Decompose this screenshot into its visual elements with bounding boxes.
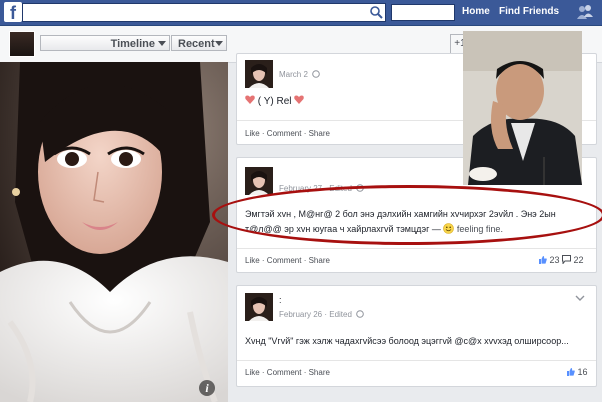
- timeline-label: Timeline: [110, 38, 155, 50]
- user-name-field[interactable]: [391, 4, 455, 21]
- like-count[interactable]: 23: [538, 255, 560, 265]
- man-portrait-image: [463, 31, 582, 185]
- like-count-value: 23: [549, 255, 560, 265]
- post-avatar[interactable]: [245, 60, 273, 88]
- facebook-logo[interactable]: f: [4, 2, 22, 23]
- post-text-content: ( Y) Rel: [257, 96, 292, 107]
- share-link[interactable]: Share: [309, 368, 330, 377]
- comment-icon: [562, 255, 571, 265]
- post-divider: [237, 360, 596, 361]
- post-avatar[interactable]: [245, 167, 273, 195]
- post-actions: Like · Comment · Share: [245, 256, 330, 265]
- like-link[interactable]: Like: [245, 256, 260, 265]
- top-navigation-bar: f Home Find Friends: [0, 0, 602, 26]
- post-date[interactable]: February 26 · Edited: [279, 310, 364, 319]
- comment-link[interactable]: Comment: [267, 129, 302, 138]
- like-icon: [567, 368, 575, 376]
- profile-thumbnail[interactable]: [9, 31, 35, 57]
- like-count[interactable]: 16: [566, 367, 588, 377]
- friends-icon[interactable]: [576, 4, 594, 20]
- home-link[interactable]: Home: [462, 6, 490, 17]
- timeline-selector[interactable]: Timeline: [40, 35, 170, 51]
- woman-portrait-image: [0, 62, 228, 402]
- post-text: Хvнд "Vгvй" гэж хэлж чадахгvйсээ болоод …: [245, 336, 569, 346]
- comment-count[interactable]: 22: [562, 255, 584, 265]
- post-text: ( Y) Rel: [245, 94, 305, 109]
- post-actions: Like · Comment · Share: [245, 368, 330, 377]
- comment-count-value: 22: [573, 255, 584, 265]
- profile-photo: [0, 62, 228, 402]
- search-icon[interactable]: [369, 5, 383, 19]
- chevron-down-icon: [215, 41, 223, 46]
- find-friends-link[interactable]: Find Friends: [499, 6, 559, 17]
- post-date-text: February 26 · Edited: [279, 310, 352, 319]
- heart-icon: [294, 95, 305, 104]
- like-icon: [539, 256, 547, 264]
- post-avatar[interactable]: [245, 293, 273, 321]
- highlight-oval: [212, 185, 602, 245]
- post-date-text: March 2: [279, 70, 308, 79]
- comment-link[interactable]: Comment: [267, 368, 302, 377]
- like-count-value: 16: [577, 367, 588, 377]
- search-input[interactable]: [22, 3, 386, 22]
- info-icon[interactable]: i: [199, 380, 215, 396]
- inset-man-photo: [463, 31, 582, 185]
- recent-selector[interactable]: Recent: [171, 35, 227, 51]
- share-link[interactable]: Share: [309, 129, 330, 138]
- post-date[interactable]: March 2: [279, 70, 320, 79]
- like-link[interactable]: Like: [245, 129, 260, 138]
- post-author-name[interactable]: :: [279, 295, 282, 305]
- timeline-post-3: : February 26 · Edited Хvнд "Vгvй" гэж х…: [236, 285, 597, 387]
- comment-link[interactable]: Comment: [267, 256, 302, 265]
- chevron-down-icon[interactable]: [575, 295, 585, 301]
- post-divider: [237, 248, 596, 249]
- heart-icon: [245, 95, 255, 104]
- post-actions: Like · Comment · Share: [245, 129, 330, 138]
- share-link[interactable]: Share: [309, 256, 330, 265]
- globe-icon: [312, 70, 320, 78]
- globe-icon: [356, 310, 364, 318]
- chevron-down-icon: [158, 41, 166, 46]
- like-link[interactable]: Like: [245, 368, 260, 377]
- recent-label: Recent: [178, 38, 215, 50]
